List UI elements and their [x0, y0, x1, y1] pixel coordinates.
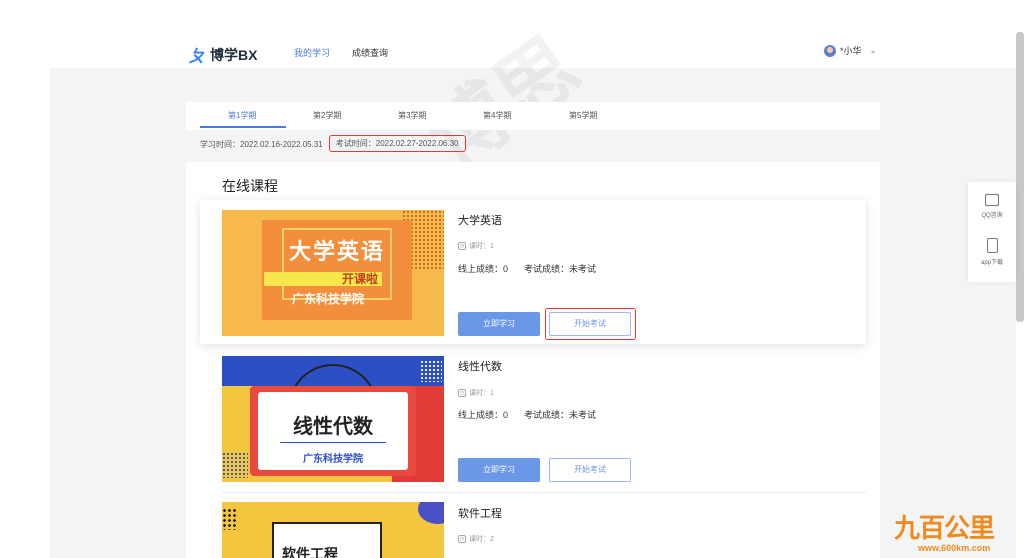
course-thumbnail[interactable]: 软件工程: [222, 502, 444, 558]
floating-side-panel: QQ咨询 app下载: [968, 182, 1016, 282]
course-hours: ◷ 课时：1: [458, 242, 494, 250]
tab-term-5[interactable]: 第5学期: [569, 110, 597, 121]
divider: [222, 492, 866, 493]
start-exam-button[interactable]: 开始考试: [549, 312, 631, 336]
thumbnail-school: 广东科技学院: [292, 292, 365, 306]
watermark-url: www.600km.com: [918, 543, 991, 553]
nav-score-query[interactable]: 成绩查询: [352, 46, 388, 59]
nav-my-learning[interactable]: 我的学习: [294, 46, 330, 59]
thumbnail-subtitle: 开课啦: [342, 272, 379, 286]
thumbnail-title: 线性代数: [293, 416, 373, 438]
course-title: 线性代数: [458, 361, 502, 373]
logo-text: 博学BX: [210, 46, 258, 63]
app-download-button[interactable]: app下载: [968, 238, 1016, 266]
avatar: [824, 44, 836, 57]
clock-icon: ◷: [458, 389, 466, 397]
chevron-down-icon: ⌄: [869, 45, 878, 55]
chat-icon: [985, 194, 999, 206]
phone-icon: [986, 238, 998, 253]
exam-time: 考试时间：2022.02.27-2022.06.30: [328, 135, 466, 152]
thumbnail-title: 软件工程: [282, 546, 338, 558]
exam-score: 考试成绩：未考试: [524, 264, 597, 274]
course-hours: ◷ 课时：1: [458, 389, 494, 397]
course-thumbnail[interactable]: 大学英语 开课啦 广东科技学院: [222, 210, 444, 336]
logo-icon: ㄆ: [188, 47, 205, 66]
exam-score: 考试成绩：未考试: [524, 410, 597, 420]
thumbnail-title: 大学英语: [288, 239, 385, 264]
term-dates: 学习时间：2022.02.16-2022.05.31 考试时间：2022.02.…: [200, 135, 466, 152]
section-title: 在线课程: [222, 178, 278, 194]
course-title: 软件工程: [458, 508, 502, 520]
thumbnail-school: 广东科技学院: [303, 454, 363, 465]
tab-term-1[interactable]: 第1学期: [228, 110, 256, 121]
study-now-button[interactable]: 立即学习: [458, 458, 540, 482]
course-scores: 线上成绩：0 考试成绩：未考试: [458, 262, 596, 275]
user-name: *小华: [840, 46, 862, 56]
course-hours: ◷ 课时：2: [458, 535, 494, 543]
start-exam-button[interactable]: 开始考试: [549, 458, 631, 482]
term-tabs: 第1学期 第2学期 第3学期 第4学期 第5学期: [186, 102, 880, 130]
clock-icon: ◷: [458, 242, 466, 250]
online-score: 线上成绩：0: [458, 410, 509, 420]
tab-term-3[interactable]: 第3学期: [398, 110, 426, 121]
course-title: 大学英语: [458, 215, 502, 227]
online-score: 线上成绩：0: [458, 264, 509, 274]
watermark-logo: 九百公里: [894, 513, 995, 543]
tab-term-2[interactable]: 第2学期: [313, 110, 341, 121]
logo[interactable]: ㄆ 博学BX: [188, 42, 257, 67]
user-menu[interactable]: *小华 ⌄: [824, 44, 877, 57]
active-tab-indicator: [200, 126, 286, 128]
clock-icon: ◷: [458, 535, 466, 543]
page-scrollbar[interactable]: [1016, 32, 1024, 322]
tab-term-4[interactable]: 第4学期: [483, 110, 511, 121]
course-scores: 线上成绩：0 考试成绩：未考试: [458, 408, 596, 421]
course-thumbnail[interactable]: 线性代数 广东科技学院: [222, 356, 444, 482]
qq-consult-button[interactable]: QQ咨询: [968, 194, 1016, 219]
study-now-button[interactable]: 立即学习: [458, 312, 540, 336]
study-time: 学习时间：2022.02.16-2022.05.31: [200, 140, 323, 149]
